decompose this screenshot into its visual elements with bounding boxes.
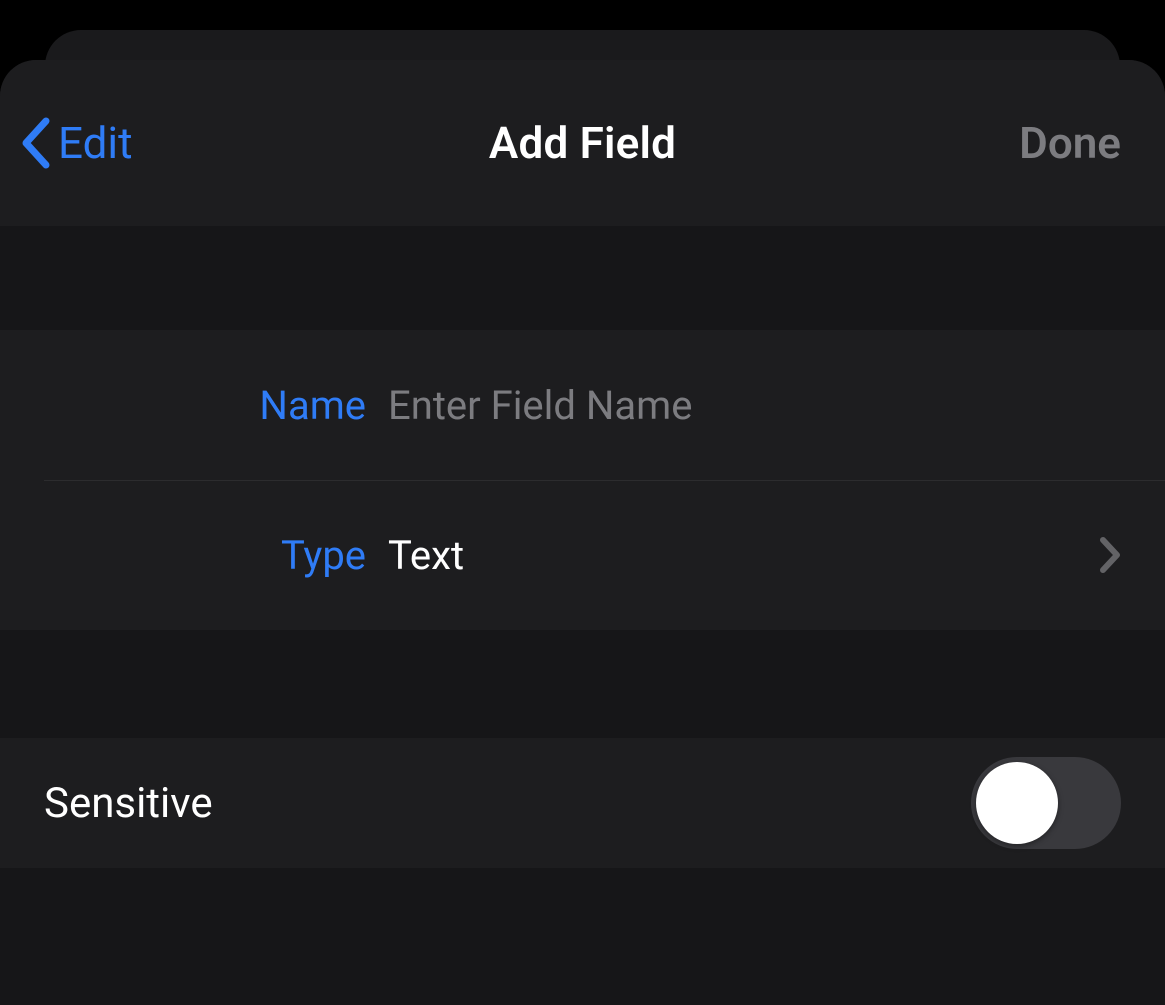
field-group: Name Type Text — [0, 330, 1165, 630]
back-button[interactable]: Edit — [20, 117, 133, 169]
toggle-knob — [976, 762, 1058, 844]
page-title: Add Field — [489, 117, 676, 169]
sensitive-label: Sensitive — [44, 779, 213, 828]
modal-sheet: Edit Add Field Done Name Type Text — [0, 60, 1165, 1005]
name-label: Name — [44, 382, 388, 429]
sensitive-row: Sensitive — [0, 738, 1165, 868]
sensitive-group: Sensitive — [0, 738, 1165, 868]
name-row[interactable]: Name — [0, 330, 1165, 480]
sensitive-toggle[interactable] — [971, 757, 1121, 849]
type-row[interactable]: Type Text — [0, 480, 1165, 630]
type-label: Type — [44, 532, 388, 579]
chevron-left-icon — [20, 117, 50, 169]
chevron-right-icon — [1099, 536, 1121, 574]
done-button[interactable]: Done — [1019, 117, 1121, 169]
navigation-bar: Edit Add Field Done — [0, 60, 1165, 226]
type-value: Text — [388, 532, 1099, 579]
back-label: Edit — [58, 117, 133, 169]
name-input[interactable] — [388, 382, 1121, 429]
content-area: Name Type Text Sensitive — [0, 226, 1165, 1005]
